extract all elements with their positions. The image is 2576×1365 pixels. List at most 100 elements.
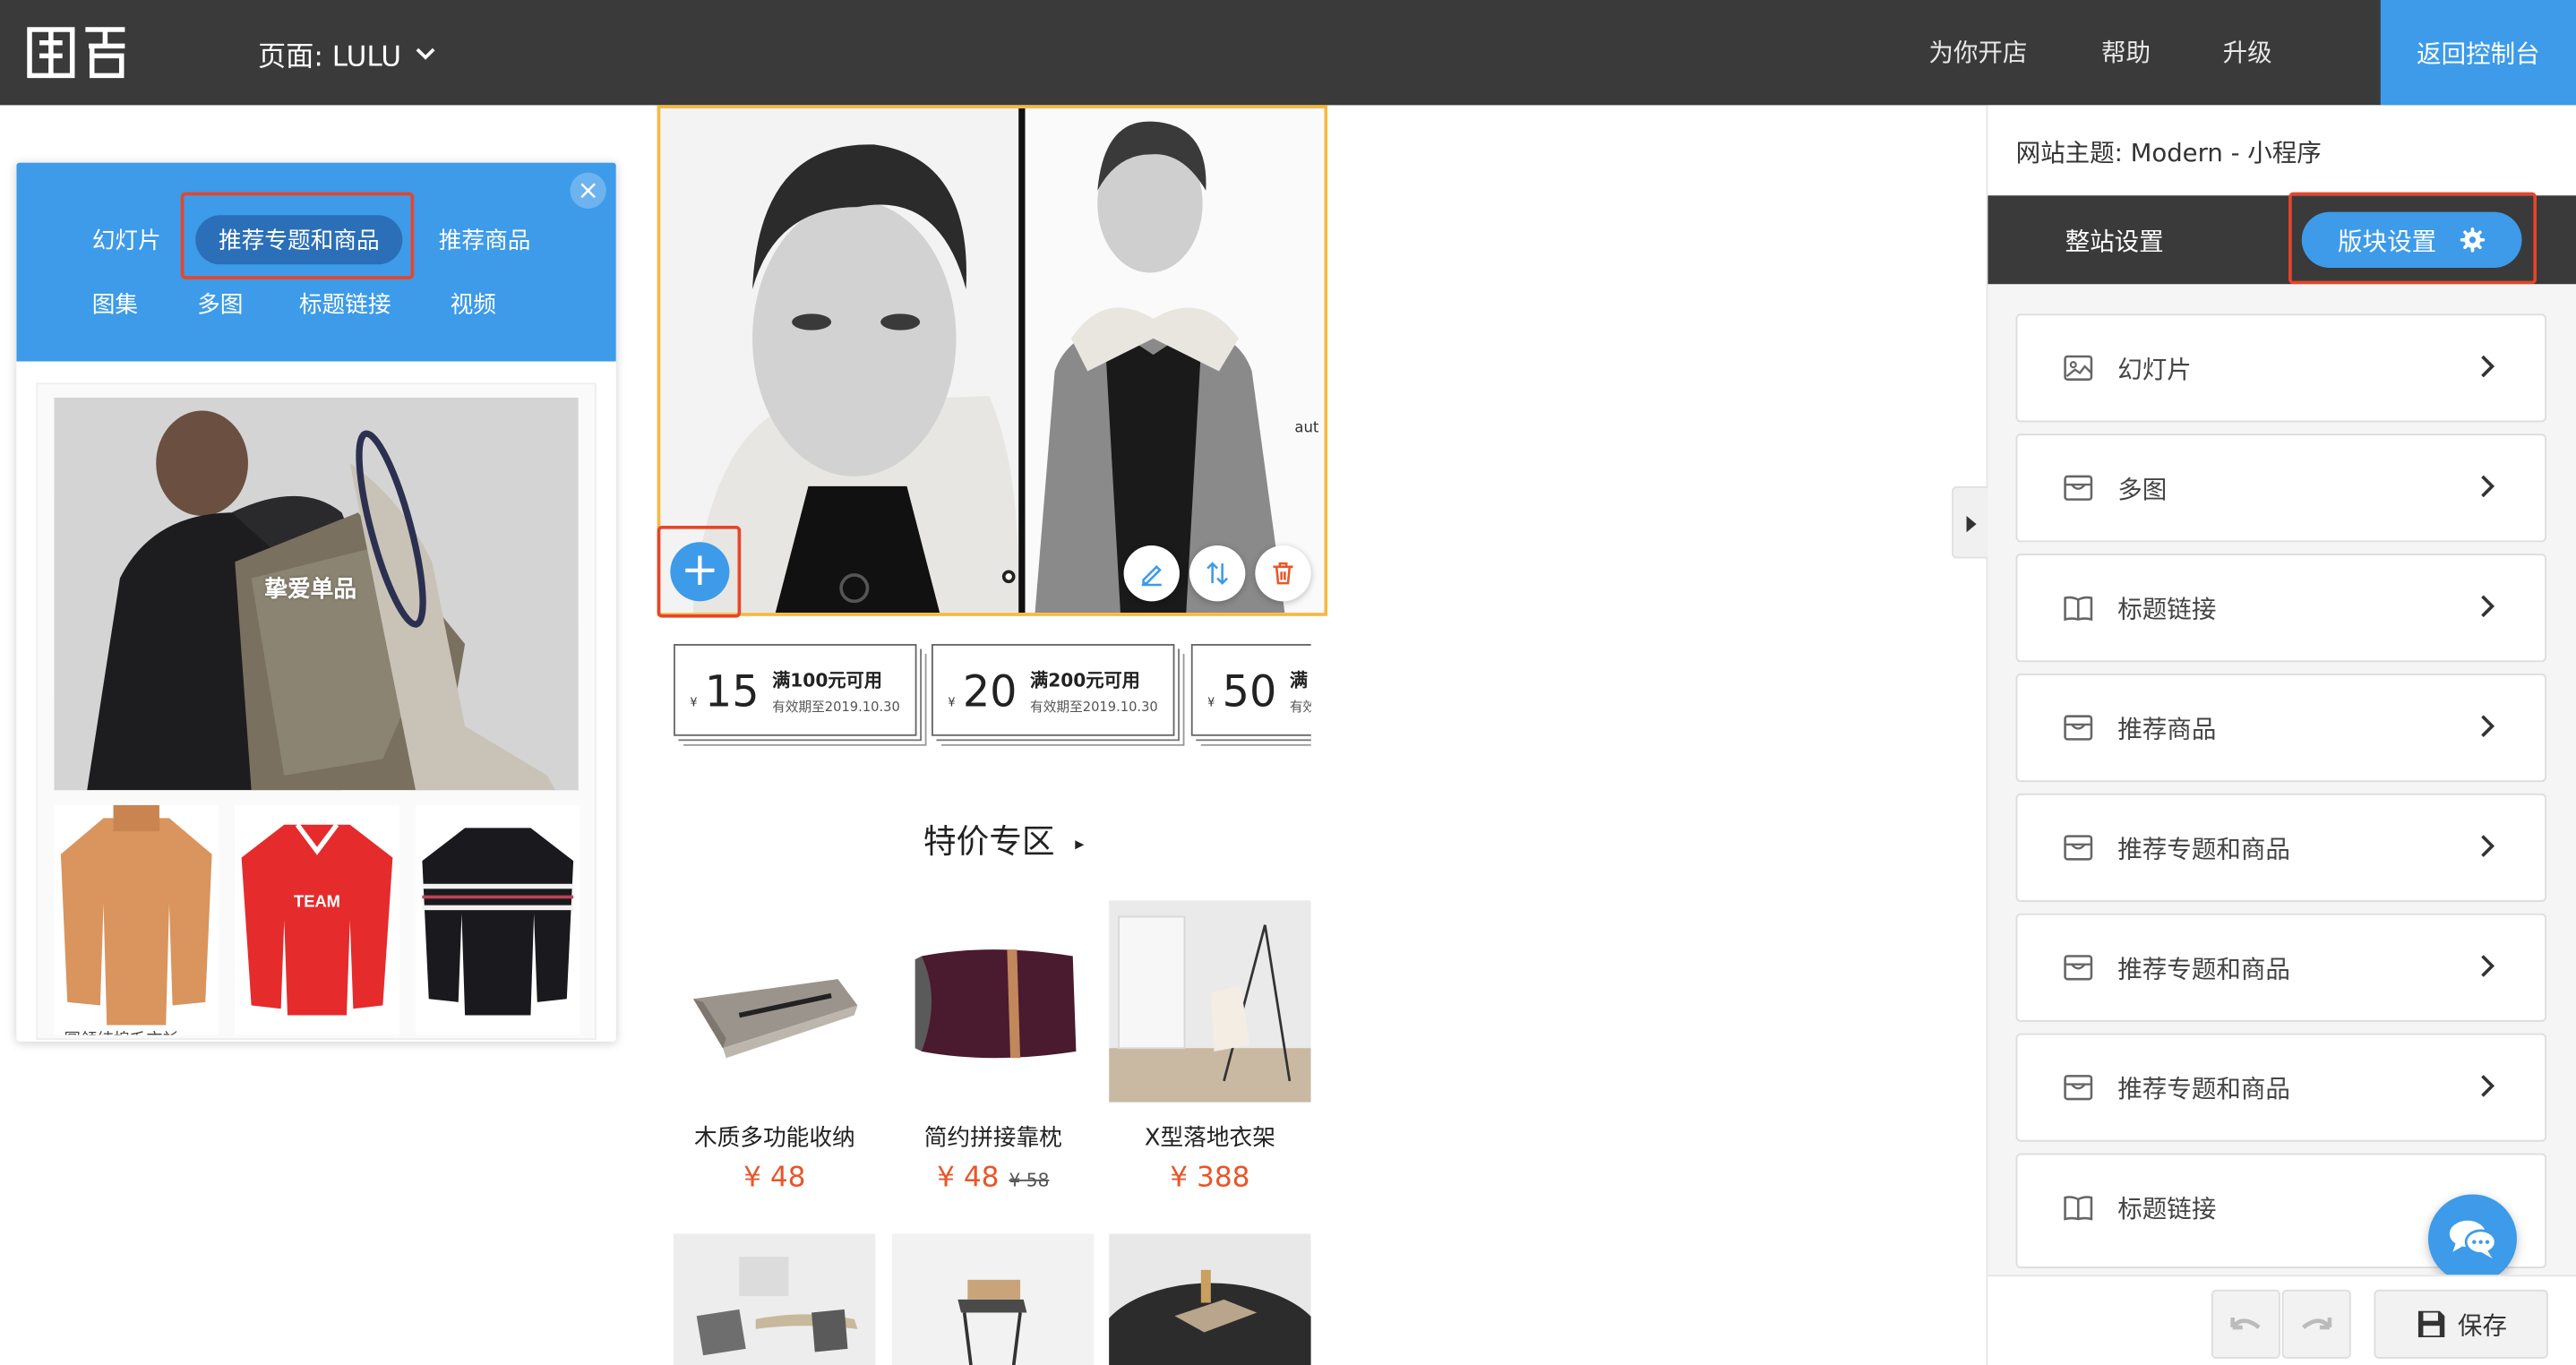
logo[interactable] <box>26 23 131 82</box>
nav-help[interactable]: 帮助 <box>2101 35 2151 70</box>
preview-product-card: TEAM <box>235 804 399 1035</box>
edit-button[interactable] <box>1123 545 1180 602</box>
tab-block-settings[interactable]: 版块设置 <box>2301 211 2522 268</box>
block-list-item-label: 多图 <box>2117 475 2168 505</box>
preview-product-name: 圆领纯棉毛衣衫 <box>64 1026 179 1035</box>
tab-featured-products[interactable]: 推荐商品 <box>439 223 531 256</box>
product-image[interactable] <box>1109 1233 1311 1365</box>
coupon-card[interactable]: ¥ 15 满100元可用 有效期至2019.10.30 <box>674 644 917 736</box>
trash-icon <box>1273 562 1293 585</box>
block-list-item[interactable]: 标题链接 <box>2015 554 2547 663</box>
block-list-item-label: 标题链接 <box>2117 594 2217 624</box>
chevron-right-icon <box>2477 949 2497 983</box>
striped-sweater-illustration <box>422 828 574 1016</box>
coupon-expiry: 有效期至2019.10.30 <box>1030 700 1158 715</box>
round-table-illustration <box>1109 1233 1311 1365</box>
site-theme-label: 网站主题: Modern - 小程序 <box>2015 138 2322 168</box>
collapse-panel-button[interactable] <box>1952 485 1988 559</box>
chevron-right-icon <box>2477 350 2497 383</box>
tray-icon <box>2064 833 2093 863</box>
nav-upgrade[interactable]: 升级 <box>2223 35 2272 70</box>
product-image[interactable] <box>674 1233 876 1365</box>
product-image[interactable] <box>891 900 1095 1103</box>
redo-button[interactable] <box>2281 1289 2351 1359</box>
product-name[interactable]: 木质多功能收纳 <box>674 1120 876 1154</box>
block-picker-panel: 幻灯片 推荐专题和商品 推荐商品 图集 多图 标题链接 视频 × 挚爱单品 TE… <box>16 162 616 1042</box>
tray-icon <box>2064 953 2093 983</box>
nav-open-store[interactable]: 为你开店 <box>1928 35 2027 70</box>
caret-right-icon <box>1966 515 1977 533</box>
undo-button[interactable] <box>2211 1289 2280 1359</box>
preview-product-card <box>416 804 580 1035</box>
coupon-card[interactable]: ¥ 50 满 有效 <box>1190 644 1311 736</box>
block-list-item[interactable]: 推荐专题和商品 <box>2015 793 2547 902</box>
slide-dot[interactable] <box>1001 570 1016 584</box>
price-value: ¥ 48 <box>743 1161 806 1195</box>
tab-block-settings-label: 版块设置 <box>2338 226 2437 256</box>
delete-button[interactable] <box>1255 545 1311 602</box>
section-title-text: 特价专区 <box>923 821 1055 862</box>
tab-gallery[interactable]: 图集 <box>92 288 138 321</box>
dining-chairs-illustration <box>674 1233 876 1365</box>
section-title[interactable]: 特价专区 ▸ <box>923 815 1085 863</box>
wooden-tray-illustration <box>693 979 858 1059</box>
product-name[interactable]: X型落地衣架 <box>1109 1120 1311 1154</box>
block-list-item-label: 推荐专题和商品 <box>2117 834 2290 864</box>
block-list-item[interactable]: 推荐专题和商品 <box>2015 913 2547 1022</box>
block-list-item[interactable]: 幻灯片 <box>2015 313 2547 423</box>
product-price: ¥ 48 ¥ 58 <box>892 1162 1095 1195</box>
block-preview[interactable]: 挚爱单品 圆领纯棉毛衣衫 TEAM <box>36 382 597 1041</box>
add-block-button[interactable]: + <box>670 542 730 602</box>
coupon-currency: ¥ <box>1207 696 1215 710</box>
chevron-right-icon <box>2477 1069 2497 1103</box>
book-icon <box>2064 1193 2093 1223</box>
chevron-right-icon <box>2477 470 2497 503</box>
block-list-item-label: 幻灯片 <box>2117 355 2192 385</box>
block-list-item[interactable]: 多图 <box>2015 434 2547 543</box>
tab-slideshow[interactable]: 幻灯片 <box>92 223 161 256</box>
tab-site-settings[interactable]: 整站设置 <box>2065 223 2164 258</box>
tab-featured-topics-products[interactable]: 推荐专题和商品 <box>195 215 403 265</box>
svg-text:TEAM: TEAM <box>294 891 340 910</box>
tab-video[interactable]: 视频 <box>451 288 496 321</box>
coupon-currency: ¥ <box>948 696 956 710</box>
chevron-right-icon <box>2477 829 2497 863</box>
chevron-down-icon <box>416 47 436 59</box>
tray-icon <box>2064 1073 2093 1103</box>
product-name[interactable]: 简约拼接靠枕 <box>892 1120 1095 1154</box>
logo-text: 喔店 <box>0 0 2 2</box>
block-list-item-label: 推荐专题和商品 <box>2117 954 2290 984</box>
coupon-card[interactable]: ¥ 20 满200元可用 有效期至2019.10.30 <box>931 644 1175 736</box>
coupon-currency: ¥ <box>690 696 698 710</box>
product-image[interactable] <box>674 900 876 1103</box>
product-image[interactable] <box>1109 900 1311 1103</box>
tray-icon <box>2064 473 2093 502</box>
chat-button[interactable] <box>2427 1194 2517 1283</box>
coupon-expiry: 有效 <box>1289 700 1311 715</box>
block-list-item[interactable]: 推荐专题和商品 <box>2015 1033 2547 1142</box>
tab-title-link[interactable]: 标题链接 <box>299 288 391 321</box>
slideshow-block[interactable]: aut <box>657 105 1328 616</box>
tab-multi-image[interactable]: 多图 <box>197 288 243 321</box>
reorder-button[interactable] <box>1189 545 1246 602</box>
product-image[interactable] <box>891 1233 1095 1365</box>
redo-icon <box>2302 1318 2332 1330</box>
pillow-illustration <box>914 949 1077 1059</box>
save-button[interactable]: 保存 <box>2374 1289 2548 1359</box>
close-icon[interactable]: × <box>570 172 606 209</box>
swap-vertical-icon <box>1206 562 1229 585</box>
block-list-item[interactable]: 推荐商品 <box>2015 674 2547 783</box>
preview-hero-label: 挚爱单品 <box>264 576 357 604</box>
app-root: 喔店 页面: LULU 为你开店 帮助 升级 返回控制台 幻灯片 推荐专题和商品… <box>0 0 2576 1365</box>
chat-bubbles-icon <box>2449 1220 2497 1258</box>
back-to-console-button[interactable]: 返回控制台 <box>2380 0 2576 106</box>
preview-hero-image: 挚爱单品 <box>54 397 579 791</box>
coupon-condition: 满200元可用 <box>1030 670 1140 692</box>
pencil-icon <box>1141 564 1162 587</box>
slide-side-text: aut <box>1294 420 1319 437</box>
old-price: ¥ 58 <box>1009 1169 1050 1191</box>
coupon-amount: 20 <box>962 668 1018 718</box>
clothes-rack-illustration <box>1109 900 1311 1103</box>
gear-icon <box>2460 228 2486 253</box>
page-selector[interactable]: 页面: LULU <box>258 33 437 74</box>
